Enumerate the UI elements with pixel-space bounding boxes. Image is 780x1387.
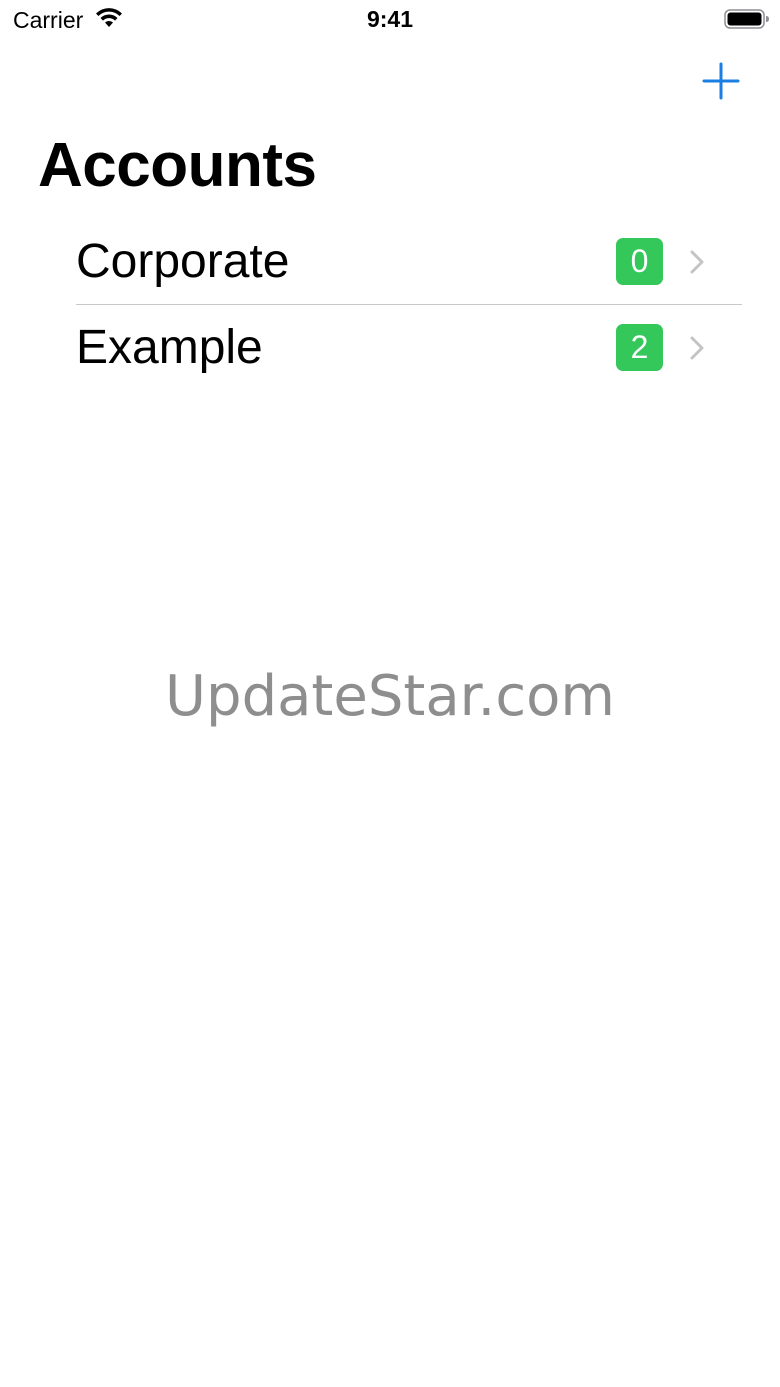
account-label: Example bbox=[76, 321, 263, 374]
list-item-example[interactable]: Example 2 bbox=[0, 305, 780, 391]
account-label: Corporate bbox=[76, 235, 290, 288]
count-badge: 2 bbox=[616, 324, 663, 371]
clock-time: 9:41 bbox=[366, 6, 414, 32]
account-list: Corporate 0 Example 2 bbox=[0, 219, 780, 391]
list-item-corporate[interactable]: Corporate 0 bbox=[0, 219, 780, 305]
chevron-right-icon bbox=[690, 250, 704, 274]
chevron-right-icon bbox=[690, 336, 704, 360]
status-bar: Carrier 9:41 bbox=[0, 0, 780, 40]
add-account-button[interactable] bbox=[700, 60, 742, 102]
watermark-text: UpdateStar.com bbox=[165, 664, 615, 729]
plus-icon bbox=[702, 62, 740, 100]
page-title: Accounts bbox=[38, 131, 317, 200]
count-badge: 0 bbox=[616, 238, 663, 285]
battery-icon bbox=[724, 9, 769, 29]
